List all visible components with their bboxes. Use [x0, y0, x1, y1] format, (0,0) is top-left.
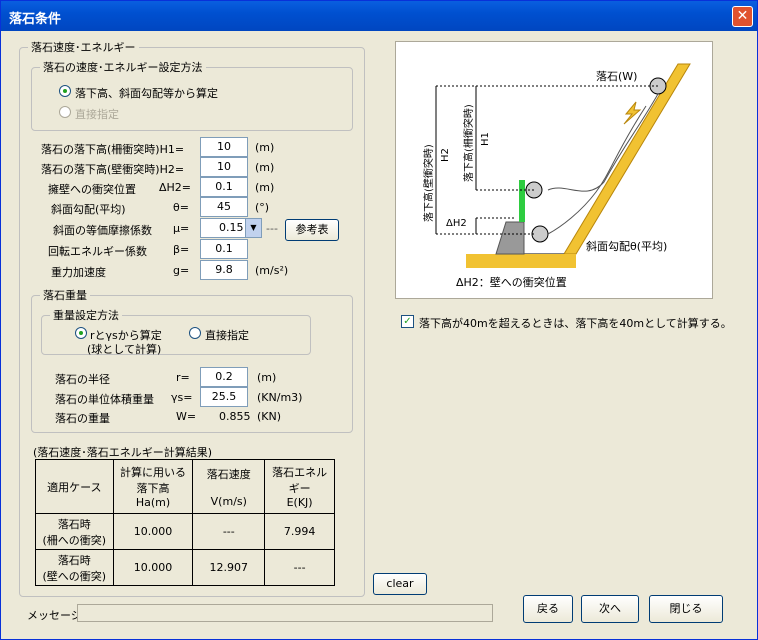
radio-weight-direct-label: 直接指定: [205, 329, 249, 342]
window-title: 落石条件: [9, 12, 62, 27]
dialog-window: 落石条件 ✕ 落石速度･エネルギー 落石の速度･エネルギー設定方法 落下高、斜面…: [0, 0, 758, 640]
dh2-symbol: ΔH2=: [159, 181, 192, 194]
table-row: 落石時 (柵への衝突) 10.000 --- 7.994: [35, 513, 335, 550]
gravity-input[interactable]: 9.8: [200, 260, 248, 280]
mu-symbol: μ=: [173, 222, 190, 235]
results-header-row: 適用ケース 計算に用いる 落下高 Ha(m) 落石速度 V(m/s) 落石エネル ギー E…: [35, 459, 335, 514]
header-case: 適用ケース: [35, 459, 114, 514]
table-row: 落石時 (壁への衝突) 10.000 12.907 ---: [35, 549, 335, 586]
row2-velocity: 12.907: [192, 549, 266, 586]
chevron-down-icon[interactable]: ▼: [245, 219, 261, 237]
radio-direct-speed-label: 直接指定: [75, 108, 119, 121]
unit-weight-unit: (KN/m3): [257, 391, 303, 404]
radius-unit: (m): [257, 371, 277, 384]
radio-weight-direct[interactable]: [189, 327, 201, 339]
row1-height: 10.000: [112, 513, 194, 550]
h2-unit: (m): [255, 161, 275, 174]
h2-input[interactable]: 10: [200, 157, 248, 177]
fence-post: [519, 180, 525, 222]
retaining-wall: [495, 221, 525, 255]
close-icon[interactable]: ✕: [732, 6, 753, 27]
radio-auto-calc[interactable]: [59, 85, 71, 97]
dh2-caption: ΔH2：壁への衝突位置: [456, 275, 567, 289]
fall-arrow-icon: [623, 101, 642, 125]
dh2-label: 擁壁への衝突位置: [48, 183, 136, 196]
message-field: [77, 604, 493, 622]
h1-label-diagram: 落下高(柵衝突時): [462, 104, 475, 182]
header-energy: 落石エネル ギー E(KJ): [264, 459, 335, 514]
slope-band: [563, 63, 691, 255]
dash-separator: ---: [266, 222, 278, 235]
h1-sym-diagram: H1: [480, 132, 491, 146]
close-button[interactable]: 閉じる: [649, 595, 723, 623]
theta-label: 斜面勾配(平均): [51, 203, 126, 216]
limit-checkbox-label: 落下高が40mを超えるときは、落下高を40mとして計算する。: [419, 317, 732, 330]
radius-input[interactable]: 0.2: [200, 367, 248, 387]
h1-label: 落石の落下高(柵衝突時)H1=: [41, 143, 185, 156]
theta-unit: (°): [255, 201, 270, 214]
limit-checkbox[interactable]: ✓: [401, 315, 414, 328]
header-velocity: 落石速度 V(m/s): [192, 459, 266, 514]
row1-case: 落石時 (柵への衝突): [35, 513, 114, 550]
title-bar: 落石条件 ✕: [1, 1, 757, 31]
radius-symbol: r=: [176, 371, 190, 384]
weight-unit: (KN): [257, 410, 282, 423]
h1-input[interactable]: 10: [200, 137, 248, 157]
unit-weight-input[interactable]: 25.5: [200, 387, 248, 407]
reference-table-button[interactable]: 参考表: [285, 219, 339, 241]
row2-energy: ---: [264, 549, 335, 586]
speed-energy-legend: 落石速度･エネルギー: [31, 41, 136, 54]
row2-case: 落石時 (壁への衝突): [35, 549, 114, 586]
beta-symbol: β=: [173, 243, 190, 256]
beta-input[interactable]: 0.1: [200, 239, 248, 259]
speed-method-legend: 落石の速度･エネルギー設定方法: [43, 61, 203, 74]
weight-symbol: W=: [176, 410, 197, 423]
row1-velocity: ---: [192, 513, 266, 550]
weight-legend: 落石重量: [43, 289, 87, 302]
unit-weight-label: 落石の単位体積重量: [55, 393, 154, 406]
dh2-unit: (m): [255, 181, 275, 194]
theta-input[interactable]: 45: [200, 197, 248, 217]
radius-label: 落石の半径: [55, 373, 110, 386]
h1-unit: (m): [255, 141, 275, 154]
h2-label-diagram: 落下高(壁衝突時): [422, 144, 435, 222]
dh2-symbol-diagram: ΔH2: [446, 218, 467, 229]
row1-energy: 7.994: [264, 513, 335, 550]
weight-value: 0.855: [219, 410, 251, 423]
row2-height: 10.000: [112, 549, 194, 586]
h2-sym-diagram: H2: [440, 148, 451, 162]
gravity-label: 重力加速度: [51, 266, 106, 279]
results-caption: (落石速度･落石エネルギー計算結果): [33, 446, 213, 459]
weight-method-legend: 重量設定方法: [53, 309, 119, 322]
slope-diagram-svg: 落石(W) 斜面勾配θ(平均) ΔH2：壁への衝突位置 ΔH2 落下高(壁衝突時…: [422, 63, 691, 289]
radio-weight-calc[interactable]: [75, 327, 87, 339]
results-table: 適用ケース 計算に用いる 落下高 Ha(m) 落石速度 V(m/s) 落石エネル ギー E…: [35, 459, 335, 586]
slope-label: 斜面勾配θ(平均): [586, 240, 667, 253]
gravity-unit: (m/s²): [255, 264, 289, 277]
ground-band: [466, 254, 576, 268]
beta-label: 回転エネルギー係数: [48, 245, 147, 258]
header-height: 計算に用いる 落下高 Ha(m): [112, 459, 194, 514]
mu-label: 斜面の等価摩擦係数: [53, 224, 152, 237]
mu-select[interactable]: 0.15 ▼: [200, 218, 262, 238]
next-button[interactable]: 次へ: [581, 595, 639, 623]
radio-auto-calc-label: 落下高、斜面勾配等から算定: [75, 87, 218, 100]
back-button[interactable]: 戻る: [523, 595, 573, 623]
radio-weight-calc-sub: (球として計算): [87, 343, 162, 356]
unit-weight-symbol: γs=: [171, 391, 193, 404]
mu-select-value: 0.15: [219, 221, 244, 234]
theta-symbol: θ=: [173, 201, 189, 214]
rock-wall: [531, 225, 549, 243]
dh2-input[interactable]: 0.1: [200, 177, 248, 197]
gravity-symbol: g=: [173, 264, 190, 277]
rock-label: 落石(W): [596, 70, 637, 83]
slope-diagram: 落石(W) 斜面勾配θ(平均) ΔH2：壁への衝突位置 ΔH2 落下高(壁衝突時…: [395, 41, 713, 299]
h2-label: 落石の落下高(壁衝突時)H2=: [41, 163, 185, 176]
radio-direct-speed[interactable]: [59, 106, 71, 118]
clear-button[interactable]: clear: [373, 573, 427, 595]
weight-label: 落石の重量: [55, 412, 110, 425]
